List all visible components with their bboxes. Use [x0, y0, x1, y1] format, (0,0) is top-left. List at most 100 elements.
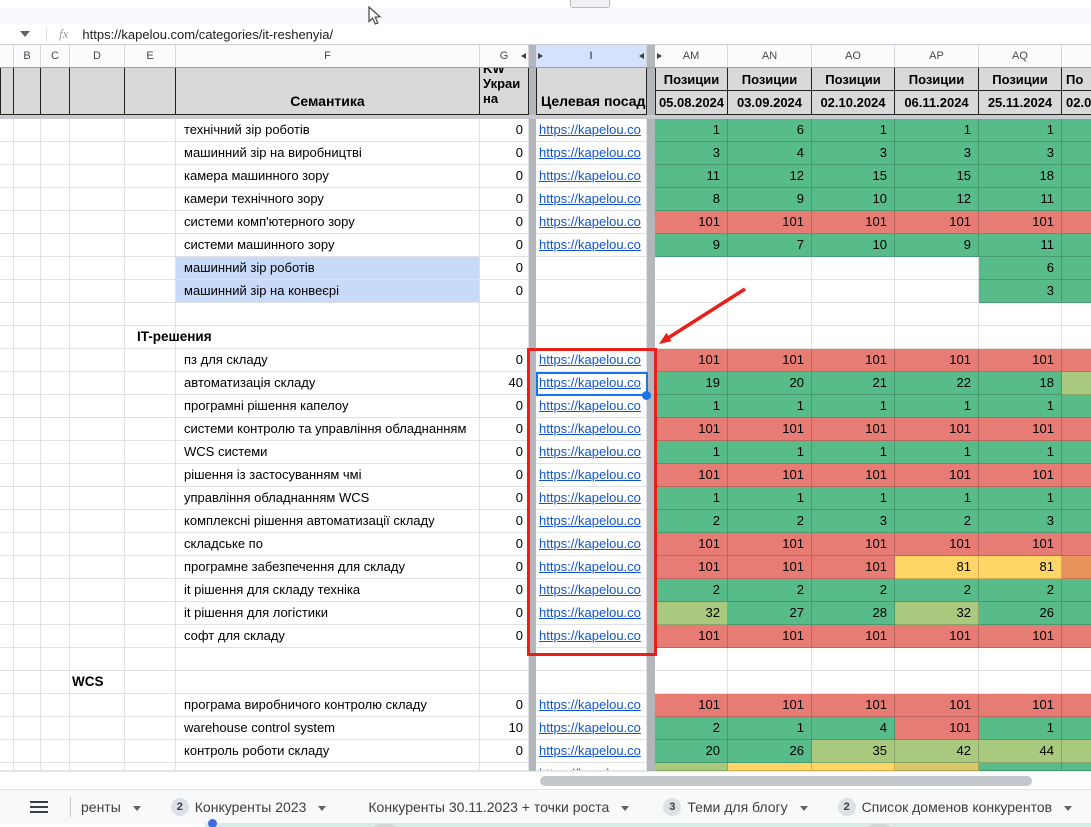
position-cell[interactable]: 101 [728, 349, 812, 372]
sheet-tab-konkurenty-2023[interactable]: 2 Конкуренты 2023 [170, 798, 331, 816]
position-cell[interactable]: 1 [655, 441, 728, 464]
position-cell[interactable] [812, 763, 895, 771]
tab-dropdown-icon[interactable] [1064, 805, 1073, 811]
positions-header-cell[interactable]: Позиции 03.09.2024 [728, 68, 812, 115]
target-url-link[interactable]: https://kapelou.co [539, 441, 646, 463]
position-cell[interactable]: 35 [812, 740, 895, 763]
position-cell[interactable]: 3 [979, 280, 1062, 303]
grid-cell[interactable] [14, 510, 41, 533]
position-cell[interactable]: 32 [895, 602, 979, 625]
grid-cell[interactable] [70, 648, 125, 671]
position-cell[interactable] [655, 671, 728, 694]
position-cell-partial[interactable] [1062, 303, 1091, 326]
grid-cell[interactable] [0, 579, 14, 602]
kw-volume-cell[interactable]: 0 [480, 441, 529, 464]
header-cell[interactable] [14, 68, 41, 115]
grid-cell[interactable] [41, 763, 70, 771]
position-cell[interactable]: 101 [728, 464, 812, 487]
grid-cell[interactable] [14, 142, 41, 165]
grid-cell[interactable] [125, 257, 176, 280]
position-cell-partial[interactable] [1062, 372, 1091, 395]
tab-dropdown-icon[interactable] [318, 805, 327, 811]
target-url-cell[interactable]: https://kapelou.co [536, 441, 647, 464]
section-label[interactable]: IT-решения [137, 326, 212, 348]
grid-cell[interactable] [0, 740, 14, 763]
position-cell[interactable]: 11 [655, 165, 728, 188]
grid-cell[interactable] [70, 602, 125, 625]
keyword-cell[interactable]: програма виробничого контролю складу [176, 694, 480, 717]
target-url-link[interactable]: https://kapelou.co [539, 395, 646, 417]
grid-cell[interactable] [0, 418, 14, 441]
grid-cell[interactable] [125, 119, 176, 142]
grid-cell[interactable] [125, 188, 176, 211]
grid-cell[interactable] [41, 671, 70, 694]
position-cell[interactable] [979, 648, 1062, 671]
grid-cell[interactable] [70, 303, 125, 326]
position-cell[interactable]: 1 [895, 119, 979, 142]
kw-volume-cell[interactable]: 0 [480, 349, 529, 372]
column-header-e[interactable]: E [125, 45, 176, 67]
position-cell[interactable] [895, 763, 979, 771]
grid-cell[interactable] [125, 740, 176, 763]
keyword-cell[interactable]: машинний зір на виробництві [176, 142, 480, 165]
grid-cell[interactable] [14, 464, 41, 487]
grid-cell[interactable] [70, 694, 125, 717]
position-cell[interactable]: 101 [728, 556, 812, 579]
grid-cell[interactable] [70, 349, 125, 372]
column-header-ap[interactable]: AP [895, 45, 979, 67]
position-cell[interactable]: 101 [895, 717, 979, 740]
position-cell[interactable] [728, 648, 812, 671]
position-cell[interactable]: 20 [655, 740, 728, 763]
position-cell[interactable]: 101 [895, 694, 979, 717]
position-cell[interactable] [655, 257, 728, 280]
target-url-cell[interactable]: https://kapelou.co [536, 418, 647, 441]
position-cell[interactable] [728, 763, 812, 771]
keyword-cell[interactable]: контроль роботи складу [176, 740, 480, 763]
keyword-cell[interactable]: комплексні рішення автоматизації складу [176, 510, 480, 533]
position-cell[interactable]: 2 [728, 510, 812, 533]
grid-cell[interactable] [41, 625, 70, 648]
position-cell-partial[interactable] [1062, 211, 1091, 234]
position-cell[interactable]: 101 [895, 533, 979, 556]
grid-cell[interactable] [14, 119, 41, 142]
target-url-link[interactable]: https://kapelou.co [539, 464, 646, 486]
grid-cell[interactable] [125, 602, 176, 625]
position-cell[interactable]: 3 [979, 142, 1062, 165]
column-header-d[interactable]: D [70, 45, 125, 67]
grid-cell[interactable] [125, 372, 176, 395]
position-cell-partial[interactable] [1062, 763, 1091, 771]
target-url-cell[interactable]: https://kapelou.co [536, 625, 647, 648]
position-cell[interactable]: 7 [728, 234, 812, 257]
position-cell-partial[interactable] [1062, 717, 1091, 740]
header-cell[interactable] [41, 68, 70, 115]
grid-cell[interactable] [70, 533, 125, 556]
grid-cell[interactable] [41, 165, 70, 188]
keyword-cell[interactable]: it рішення для логістики [176, 602, 480, 625]
position-cell[interactable]: 1 [812, 487, 895, 510]
grid-cell[interactable] [41, 349, 70, 372]
position-cell[interactable]: 9 [655, 234, 728, 257]
grid-cell[interactable] [0, 142, 14, 165]
position-cell[interactable] [979, 303, 1062, 326]
position-cell[interactable]: 15 [812, 165, 895, 188]
position-cell[interactable]: 1 [979, 119, 1062, 142]
target-url-cell[interactable]: https://kapelou.co [536, 763, 647, 771]
position-cell[interactable]: 101 [979, 464, 1062, 487]
column-header-b[interactable]: B [14, 45, 41, 67]
position-cell[interactable]: 19 [655, 372, 728, 395]
position-cell-partial[interactable] [1062, 648, 1091, 671]
grid-cell[interactable] [0, 648, 14, 671]
position-cell-partial[interactable] [1062, 142, 1091, 165]
target-url-cell[interactable]: https://kapelou.co [536, 188, 647, 211]
grid-cell[interactable] [70, 510, 125, 533]
keyword-cell[interactable]: системи контролю та управління обладнанн… [176, 418, 480, 441]
keyword-cell[interactable] [176, 648, 480, 671]
target-url-cell[interactable]: https://kapelou.co [536, 694, 647, 717]
grid-cell[interactable] [70, 165, 125, 188]
grid-cell[interactable] [125, 763, 176, 771]
target-url-link[interactable]: https://kapelou.co [539, 142, 646, 164]
position-cell[interactable]: 9 [728, 188, 812, 211]
keyword-cell[interactable] [176, 326, 480, 349]
position-cell[interactable]: 101 [979, 533, 1062, 556]
grid-cell[interactable] [41, 694, 70, 717]
